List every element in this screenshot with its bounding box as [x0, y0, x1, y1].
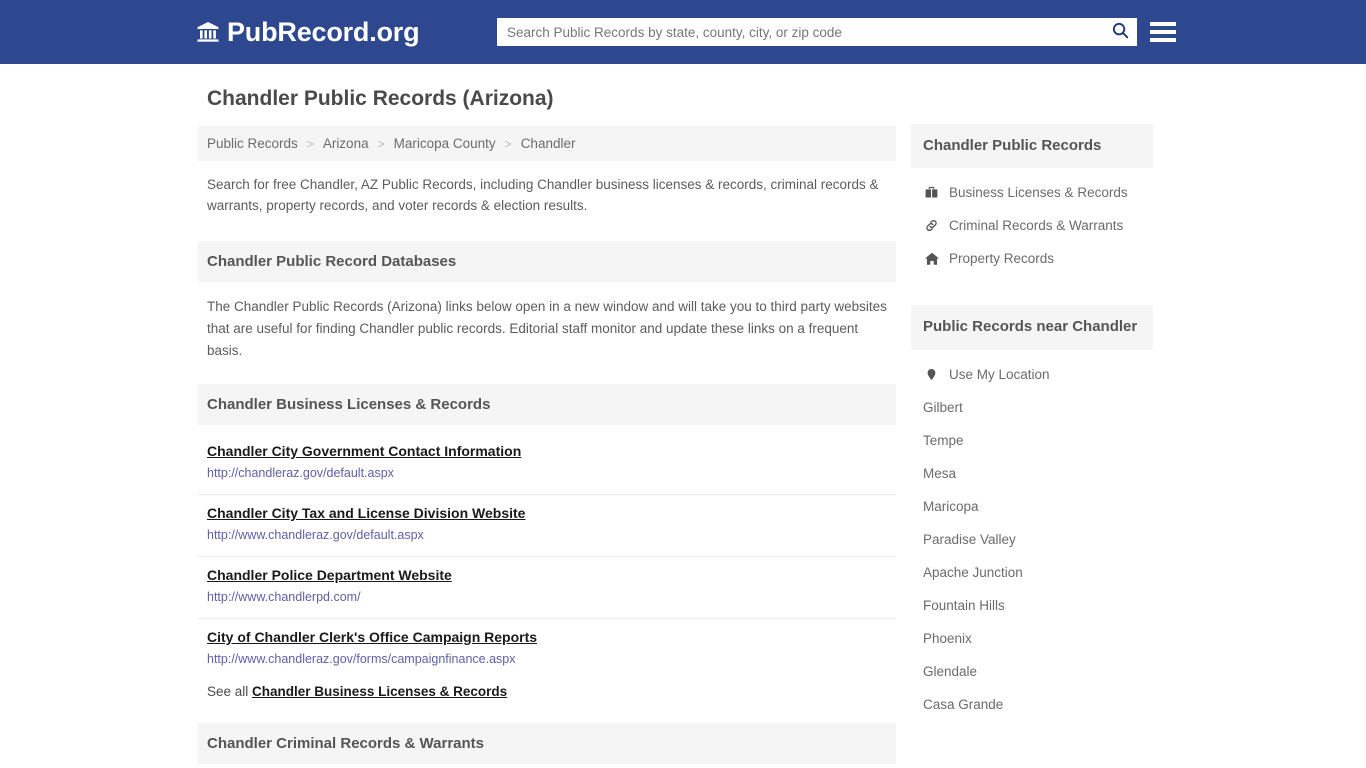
map-pin-icon: [923, 367, 940, 382]
sidebar-item-use-my-location[interactable]: Use My Location: [911, 358, 1153, 391]
sidebar-item-label: Criminal Records & Warrants: [949, 218, 1124, 234]
sidebar-item-apache-junction[interactable]: Apache Junction: [911, 556, 1153, 589]
search-bar: [497, 18, 1137, 46]
sidebar-item-criminal-records[interactable]: Criminal Records & Warrants: [911, 209, 1153, 242]
breadcrumb-separator-icon: >: [377, 136, 385, 151]
sidebar-item-label: Maricopa: [923, 498, 979, 514]
search-button[interactable]: [1103, 18, 1137, 46]
section-heading-databases: Chandler Public Record Databases: [198, 241, 896, 283]
breadcrumb-item-chandler[interactable]: Chandler: [521, 136, 576, 151]
sidebar-item-mesa[interactable]: Mesa: [911, 457, 1153, 490]
content-container: Chandler Public Records (Arizona) Public…: [198, 64, 1168, 764]
breadcrumb-item-arizona[interactable]: Arizona: [323, 136, 369, 151]
list-item: Chandler City Tax and License Division W…: [198, 495, 896, 557]
section-body-databases: The Chandler Public Records (Arizona) li…: [207, 299, 887, 358]
site-brand-name: PubRecord.org: [227, 16, 420, 47]
see-all-business-licenses-link[interactable]: Chandler Business Licenses & Records: [252, 684, 507, 699]
site-header: PubRecord.org: [0, 0, 1366, 64]
sidebar-heading-public-records-near-chandler: Public Records near Chandler: [911, 305, 1153, 350]
sidebar-item-label: Glendale: [923, 663, 978, 679]
search-input[interactable]: [497, 19, 1103, 45]
breadcrumb-item-maricopa-county[interactable]: Maricopa County: [394, 136, 496, 151]
list-item: City of Chandler Clerk's Office Campaign…: [198, 619, 896, 680]
record-link-url[interactable]: http://chandleraz.gov/default.aspx: [207, 466, 887, 480]
sidebar-item-fountain-hills[interactable]: Fountain Hills: [911, 589, 1153, 622]
briefcase-icon: [923, 185, 940, 200]
business-link-list: Chandler City Government Contact Informa…: [198, 433, 896, 680]
hamburger-menu-icon[interactable]: [1150, 19, 1176, 45]
sidebar-item-business-licenses[interactable]: Business Licenses & Records: [911, 176, 1153, 209]
sidebar-item-label: Phoenix: [923, 630, 972, 646]
sidebar-item-label: Apache Junction: [923, 564, 1023, 580]
sidebar-nearby-list: Use My Location Gilbert Tempe Mesa Maric…: [911, 350, 1153, 721]
search-icon: [1111, 21, 1130, 43]
sidebar-item-maricopa[interactable]: Maricopa: [911, 490, 1153, 523]
breadcrumb-separator-icon: >: [306, 136, 314, 151]
bank-building-icon: [196, 20, 220, 44]
site-logo-link[interactable]: PubRecord.org: [196, 16, 420, 47]
see-all-row: See all Chandler Business Licenses & Rec…: [198, 680, 896, 707]
sidebar-item-label: Mesa: [923, 465, 957, 481]
record-link-url[interactable]: http://www.chandleraz.gov/forms/campaign…: [207, 652, 887, 666]
section-heading-business-licenses: Chandler Business Licenses & Records: [198, 383, 896, 425]
record-link-title[interactable]: City of Chandler Clerk's Office Campaign…: [207, 629, 537, 645]
breadcrumb-separator-icon: >: [504, 136, 512, 151]
sidebar-item-gilbert[interactable]: Gilbert: [911, 391, 1153, 424]
breadcrumb-item-public-records[interactable]: Public Records: [207, 136, 298, 151]
sidebar-records-list: Business Licenses & Records Criminal Rec…: [911, 168, 1153, 275]
page-title: Chandler Public Records (Arizona): [207, 87, 554, 110]
sidebar-item-label: Paradise Valley: [923, 531, 1016, 547]
section-heading-criminal-records: Chandler Criminal Records & Warrants: [198, 722, 896, 764]
home-icon: [923, 251, 940, 266]
record-link-url[interactable]: http://www.chandlerpd.com/: [207, 590, 887, 604]
sidebar-item-property-records[interactable]: Property Records: [911, 242, 1153, 275]
sidebar: Chandler Public Records Business License…: [911, 86, 1153, 735]
sidebar-item-label: Use My Location: [949, 366, 1050, 382]
sidebar-item-label: Fountain Hills: [923, 597, 1005, 613]
link-chain-icon: [923, 218, 940, 233]
hamburger-bar: [1150, 22, 1176, 26]
sidebar-item-label: Tempe: [923, 432, 964, 448]
record-link-title[interactable]: Chandler Police Department Website: [207, 567, 452, 583]
sidebar-item-label: Property Records: [949, 251, 1055, 267]
record-link-title[interactable]: Chandler City Tax and License Division W…: [207, 505, 525, 521]
sidebar-heading-chandler-public-records: Chandler Public Records: [911, 124, 1153, 169]
sidebar-item-casa-grande[interactable]: Casa Grande: [911, 688, 1153, 721]
breadcrumb: Public Records > Arizona > Maricopa Coun…: [198, 126, 896, 162]
sidebar-item-tempe[interactable]: Tempe: [911, 424, 1153, 457]
sidebar-item-phoenix[interactable]: Phoenix: [911, 622, 1153, 655]
sidebar-item-glendale[interactable]: Glendale: [911, 655, 1153, 688]
intro-description: Search for free Chandler, AZ Public Reco…: [207, 177, 879, 214]
hamburger-bar: [1150, 30, 1176, 34]
page-body: Chandler Public Records (Arizona) Public…: [0, 64, 1366, 764]
sidebar-item-paradise-valley[interactable]: Paradise Valley: [911, 523, 1153, 556]
record-link-title[interactable]: Chandler City Government Contact Informa…: [207, 443, 521, 459]
list-item: Chandler Police Department Website http:…: [198, 557, 896, 619]
sidebar-item-label: Business Licenses & Records: [949, 185, 1128, 201]
sidebar-records-block: Chandler Public Records Business License…: [911, 124, 1153, 275]
record-link-url[interactable]: http://www.chandleraz.gov/default.aspx: [207, 528, 887, 542]
hamburger-bar: [1150, 38, 1176, 42]
sidebar-item-label: Gilbert: [923, 399, 963, 415]
sidebar-nearby-block: Public Records near Chandler Use My Loca…: [911, 305, 1153, 720]
list-item: Chandler City Government Contact Informa…: [198, 433, 896, 495]
sidebar-item-label: Casa Grande: [923, 696, 1004, 712]
see-all-prefix: See all: [207, 683, 249, 699]
main-column: Chandler Public Records (Arizona) Public…: [198, 86, 911, 764]
